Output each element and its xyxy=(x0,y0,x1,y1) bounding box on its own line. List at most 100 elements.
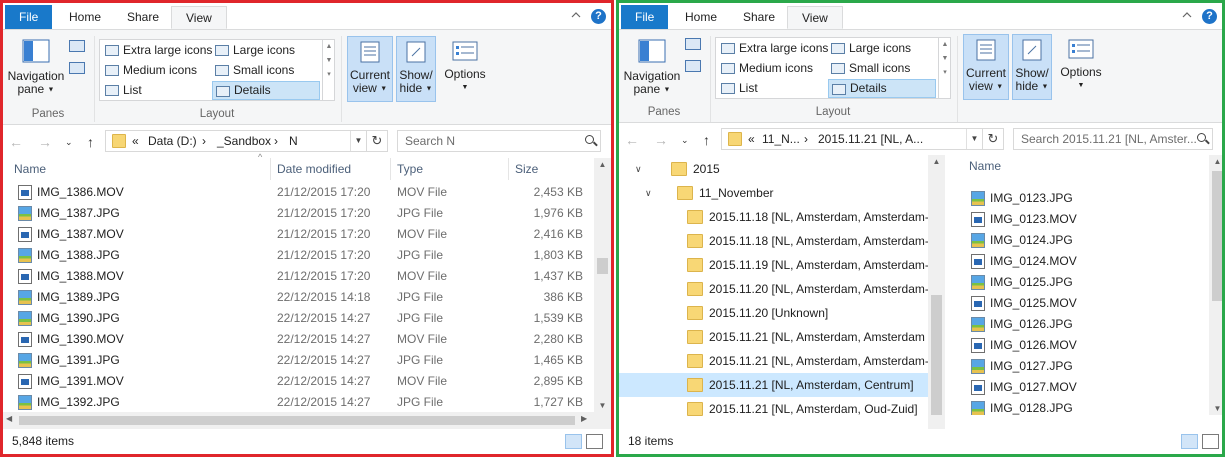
up-arrow-icon[interactable]: ↑ xyxy=(703,132,710,148)
table-row[interactable]: IMG_1387.JPG 21/12/2015 17:20 JPG File 1,97… xyxy=(3,203,593,224)
tab-view[interactable]: View xyxy=(171,6,227,29)
tab-file[interactable]: File xyxy=(621,5,669,30)
chevron-down-icon[interactable]: ∨ xyxy=(645,181,652,205)
scroll-up-icon[interactable]: ▲ xyxy=(323,40,335,54)
search-input[interactable]: Search 2015.11.21 [NL, Amster... xyxy=(1013,128,1213,150)
scroll-down-icon[interactable]: ▼ xyxy=(594,401,611,410)
tab-home[interactable]: Home xyxy=(671,6,731,29)
list-item[interactable]: IMG_0123.JPG xyxy=(949,188,1207,209)
table-row[interactable]: IMG_1386.MOV 21/12/2015 17:20 MOV File 2,45… xyxy=(3,182,593,203)
scroll-right-icon[interactable]: ▶ xyxy=(581,414,587,423)
scroll-up-icon[interactable]: ▲ xyxy=(939,38,951,52)
layout-gallery-scroll[interactable]: ▲ ▼ ▾ xyxy=(322,40,335,100)
layout-small-icons[interactable]: Small icons xyxy=(828,59,936,78)
list-item[interactable]: IMG_0127.JPG xyxy=(949,356,1207,377)
tree-item[interactable]: 2015.11.18 [NL, Amsterdam, Amsterdam-Z xyxy=(619,229,928,253)
breadcrumb-separator[interactable]: › xyxy=(202,134,206,148)
tree-item[interactable]: 2015.11.20 [Unknown] xyxy=(619,301,928,325)
current-view-button[interactable]: Current view ▼ xyxy=(963,34,1009,100)
scroll-thumb[interactable] xyxy=(931,295,942,415)
forward-arrow-icon[interactable]: → xyxy=(654,132,668,148)
column-header-name[interactable]: Name xyxy=(8,158,271,180)
recent-locations-icon[interactable]: ⌄ xyxy=(65,137,73,148)
layout-large-icons[interactable]: Large icons xyxy=(828,39,936,58)
list-item[interactable]: IMG_0126.JPG xyxy=(949,314,1207,335)
layout-large-icons[interactable]: Large icons xyxy=(212,41,320,60)
column-header-date[interactable]: Date modified xyxy=(271,158,391,180)
help-icon[interactable]: ? xyxy=(1202,9,1217,24)
refresh-icon[interactable]: ↻ xyxy=(366,131,387,151)
table-row[interactable]: IMG_1388.JPG 21/12/2015 17:20 JPG File 1,80… xyxy=(3,245,593,266)
tree-vertical-scrollbar[interactable]: ▲ xyxy=(928,155,945,429)
preview-pane-icon[interactable] xyxy=(685,38,701,50)
breadcrumb-sandbox[interactable]: _Sandbox xyxy=(217,134,271,148)
column-header-name[interactable]: Name xyxy=(963,155,1203,177)
back-arrow-icon[interactable]: ← xyxy=(9,134,23,150)
table-row[interactable]: IMG_1388.MOV 21/12/2015 17:20 MOV File 1,43… xyxy=(3,266,593,287)
layout-extra-large-icons[interactable]: Extra large icons xyxy=(102,41,212,60)
more-icon[interactable]: ▾ xyxy=(323,68,335,82)
options-button[interactable]: Options ▼ xyxy=(439,40,491,94)
tree-item[interactable]: 2015.11.21 [NL, Amsterdam, Centrum] xyxy=(619,373,928,397)
list-item[interactable]: IMG_0127.MOV xyxy=(949,377,1207,398)
scroll-down-icon[interactable]: ▼ xyxy=(939,52,951,66)
tree-item[interactable]: 2015.11.21 [NL, Amsterdam, Amsterdam N xyxy=(619,325,928,349)
address-dropdown-icon[interactable]: ▼ xyxy=(350,131,366,151)
layout-details[interactable]: Details xyxy=(212,81,320,100)
forward-arrow-icon[interactable]: → xyxy=(38,134,52,150)
breadcrumb-data-drive[interactable]: Data (D:) xyxy=(148,134,197,148)
large-icons-view-icon[interactable] xyxy=(1202,434,1219,449)
address-dropdown-icon[interactable]: ▼ xyxy=(966,129,982,149)
list-item[interactable]: IMG_0123.MOV xyxy=(949,209,1207,230)
table-row[interactable]: IMG_1392.JPG 22/12/2015 14:27 JPG File 1,72… xyxy=(3,392,593,413)
layout-list[interactable]: List xyxy=(718,79,826,98)
details-view-icon[interactable] xyxy=(1181,434,1198,449)
layout-list[interactable]: List xyxy=(102,81,210,100)
vertical-scrollbar[interactable]: ▲ ▼ xyxy=(1209,155,1222,415)
table-row[interactable]: IMG_1389.JPG 22/12/2015 14:18 JPG File 386 … xyxy=(3,287,593,308)
recent-locations-icon[interactable]: ⌄ xyxy=(681,135,689,146)
options-button[interactable]: Options ▼ xyxy=(1055,38,1107,92)
details-view-icon[interactable] xyxy=(565,434,582,449)
breadcrumb-overflow[interactable]: « xyxy=(132,134,139,148)
current-view-button[interactable]: Current view ▼ xyxy=(347,36,393,102)
tree-item[interactable]: 2015.11.19 [NL, Amsterdam, Amsterdam-C xyxy=(619,253,928,277)
breadcrumb-11-november[interactable]: 11_N... xyxy=(762,132,800,146)
scroll-thumb[interactable] xyxy=(1212,171,1222,301)
list-item[interactable]: IMG_0124.MOV xyxy=(949,251,1207,272)
minimize-ribbon-icon[interactable] xyxy=(1181,9,1193,21)
table-row[interactable]: IMG_1391.JPG 22/12/2015 14:27 JPG File 1,46… xyxy=(3,350,593,371)
list-item[interactable]: IMG_0126.MOV xyxy=(949,335,1207,356)
scroll-up-icon[interactable]: ▲ xyxy=(1209,157,1222,166)
list-item[interactable]: IMG_0125.MOV xyxy=(949,293,1207,314)
scroll-down-icon[interactable]: ▼ xyxy=(323,54,335,68)
details-pane-icon[interactable] xyxy=(685,60,701,72)
tree-item[interactable]: ∨ 2015 xyxy=(619,157,928,181)
scroll-up-icon[interactable]: ▲ xyxy=(928,157,945,166)
list-item[interactable]: IMG_0125.JPG xyxy=(949,272,1207,293)
tree-item[interactable]: ∨ 11_November xyxy=(619,181,928,205)
show-hide-button[interactable]: Show/ hide ▼ xyxy=(1012,34,1052,100)
address-bar[interactable]: « 11_N... › 2015.11.21 [NL, A... ▼ ↻ xyxy=(721,128,1004,150)
layout-small-icons[interactable]: Small icons xyxy=(212,61,320,80)
table-row[interactable]: IMG_1391.MOV 22/12/2015 14:27 MOV File 2,89… xyxy=(3,371,593,392)
help-icon[interactable]: ? xyxy=(591,9,606,24)
table-row[interactable]: IMG_1387.MOV 21/12/2015 17:20 MOV File 2,41… xyxy=(3,224,593,245)
scroll-down-icon[interactable]: ▼ xyxy=(1209,404,1222,413)
address-bar[interactable]: « Data (D:) › _Sandbox › N ▼ ↻ xyxy=(105,130,388,152)
breadcrumb-n[interactable]: N xyxy=(289,134,298,148)
column-header-type[interactable]: Type xyxy=(391,158,509,180)
breadcrumb-separator[interactable]: › xyxy=(804,132,808,146)
tab-share[interactable]: Share xyxy=(113,6,173,29)
scroll-left-icon[interactable]: ◀ xyxy=(6,414,12,423)
navigation-pane-button[interactable]: Navigation pane ▼ xyxy=(5,38,67,96)
tree-item[interactable]: 2015.11.21 [NL, Amsterdam, Oud-Zuid] xyxy=(619,397,928,421)
breadcrumb-overflow[interactable]: « xyxy=(748,132,755,146)
scroll-up-icon[interactable]: ▲ xyxy=(594,160,611,169)
up-arrow-icon[interactable]: ↑ xyxy=(87,134,94,150)
tab-home[interactable]: Home xyxy=(55,6,115,29)
more-icon[interactable]: ▾ xyxy=(939,66,951,80)
layout-details[interactable]: Details xyxy=(828,79,936,98)
tab-file[interactable]: File xyxy=(5,5,53,30)
minimize-ribbon-icon[interactable] xyxy=(570,9,582,21)
